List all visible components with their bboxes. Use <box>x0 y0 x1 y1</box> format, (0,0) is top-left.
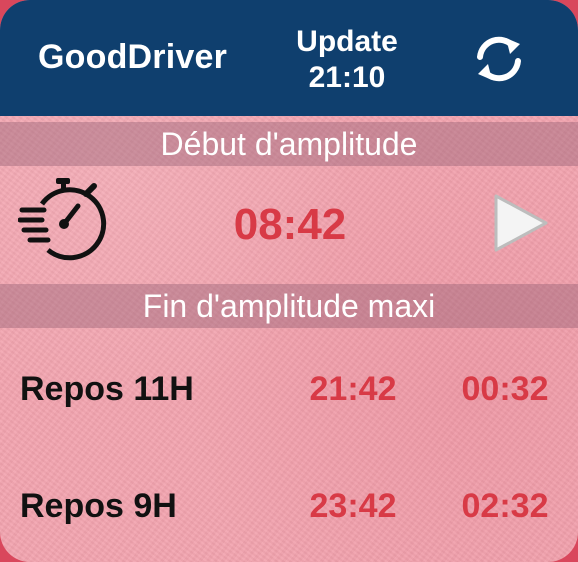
goodriver-widget: GoodDriver Update 21:10 Début d'amplitud… <box>0 0 578 562</box>
play-button[interactable] <box>486 190 552 256</box>
rest-9h-label: Repos 9H <box>20 487 177 525</box>
rest-11h-time-2: 00:32 <box>461 370 549 408</box>
rest-11h-label: Repos 11H <box>20 370 194 408</box>
refresh-icon <box>477 36 521 82</box>
refresh-button[interactable] <box>470 30 528 88</box>
update-time: 21:10 <box>308 61 386 94</box>
amplitude-end-band: Fin d'amplitude maxi <box>0 284 578 328</box>
play-icon <box>494 194 548 252</box>
rest-9h-time-1: 23:42 <box>309 487 397 525</box>
amplitude-start-band: Début d'amplitude <box>0 122 578 166</box>
update-label: Update <box>296 25 398 58</box>
amplitude-start-time: 08:42 <box>233 200 347 249</box>
rest-9h-time-2: 02:32 <box>461 487 549 525</box>
update-info: Update 21:10 <box>262 24 432 96</box>
app-title: GoodDriver <box>38 38 228 76</box>
header-bar: GoodDriver Update 21:10 <box>0 0 578 116</box>
stopwatch-icon <box>17 176 108 262</box>
rest-11h-time-1: 21:42 <box>309 370 397 408</box>
